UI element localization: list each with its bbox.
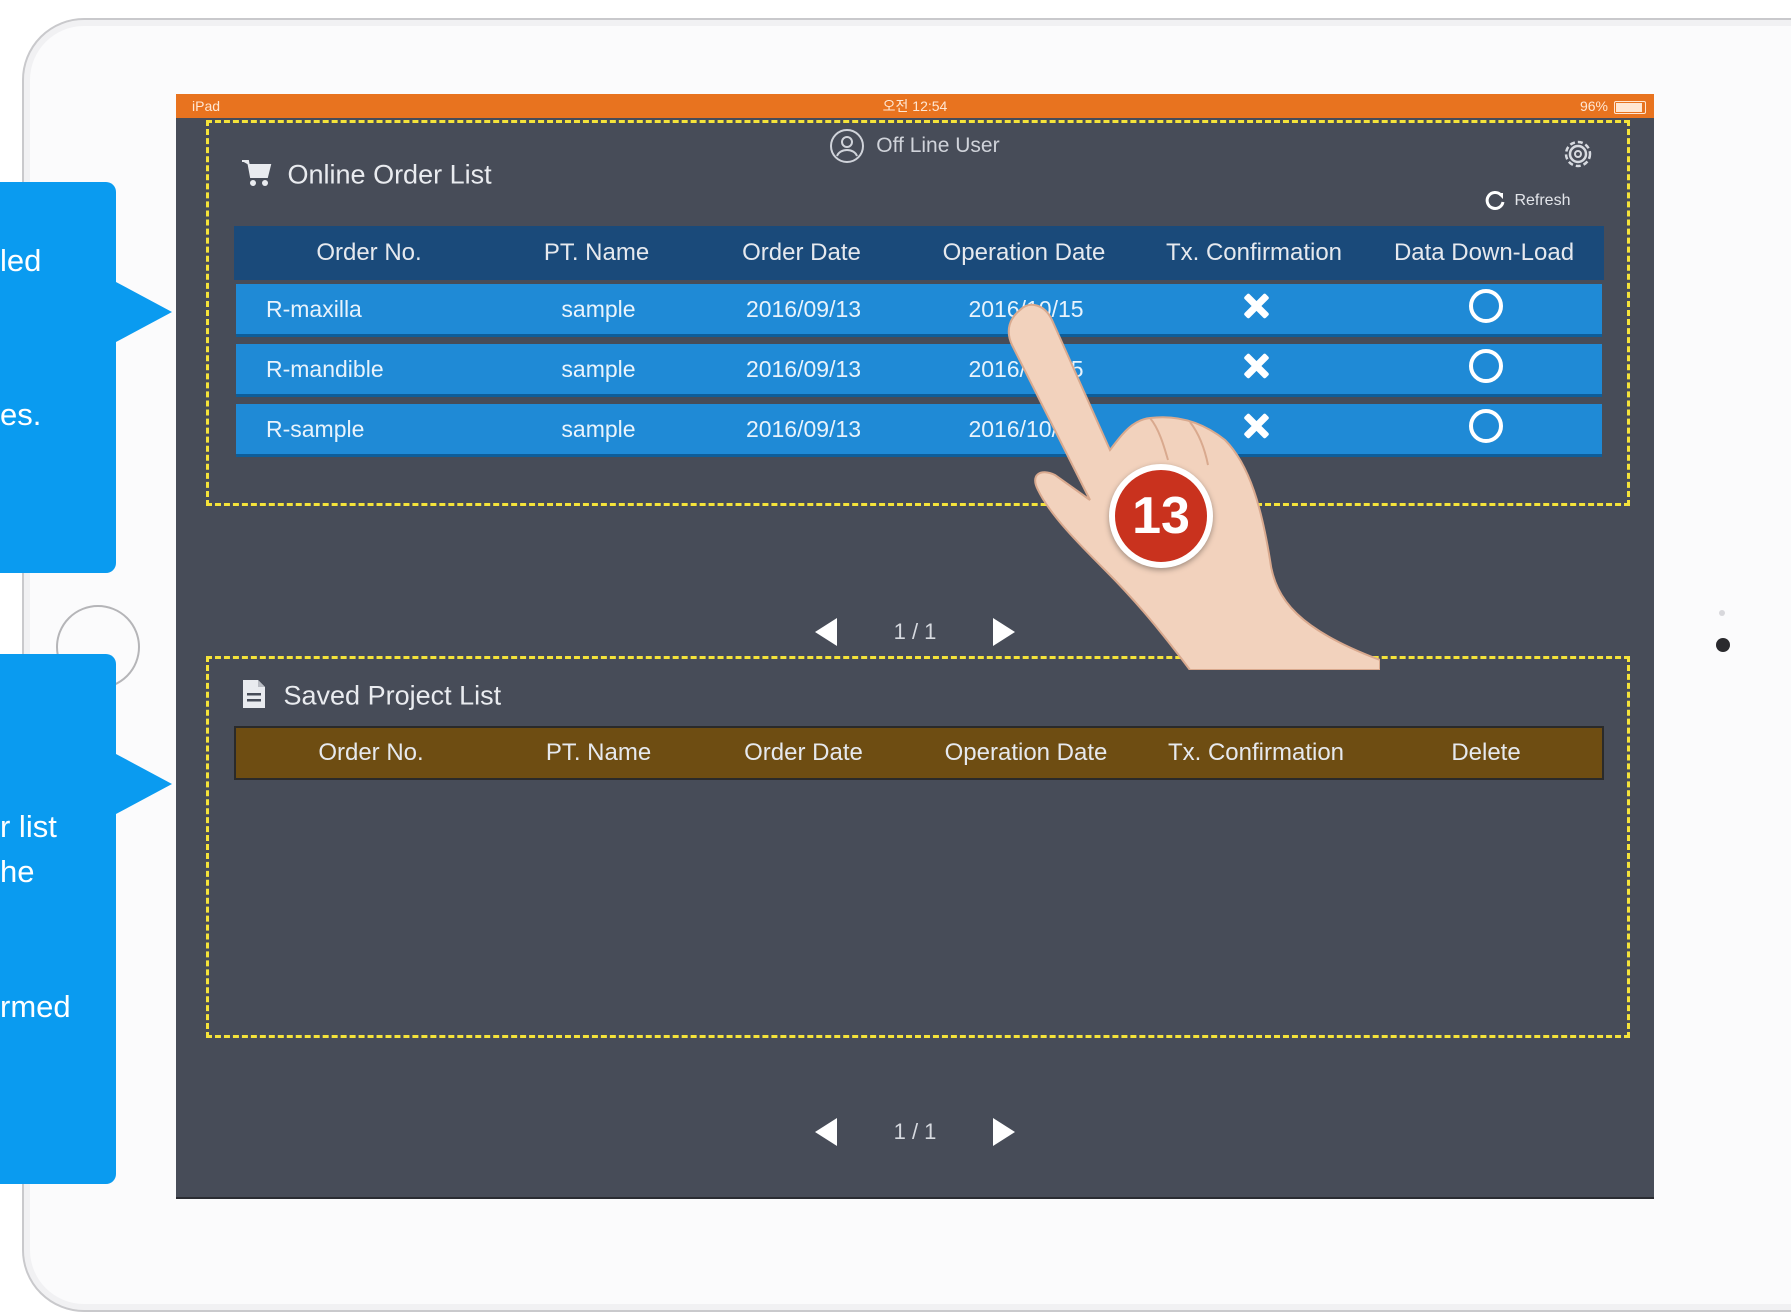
order-no-cell: R-mandible <box>266 355 384 382</box>
pt-name-cell: sample <box>561 415 636 442</box>
table-row[interactable]: R-mandible sample 2016/09/13 2016/10/15 <box>236 344 1602 397</box>
col-header: Order No. <box>318 739 424 766</box>
download-cell[interactable] <box>1376 349 1596 389</box>
saved-pager: 1 / 1 <box>176 1118 1654 1147</box>
order-date-cell: 2016/09/13 <box>745 295 862 322</box>
table-row[interactable]: R-sample sample 2016/09/13 2016/10/15 <box>236 404 1602 457</box>
cart-icon <box>240 158 272 195</box>
saved-table-header: Order No. PT. Name Order Date Operation … <box>234 726 1604 780</box>
col-header: Tx. Confirmation <box>1165 239 1343 266</box>
callout-saved-list: r list he rmed <box>0 654 172 1184</box>
online-order-title: Online Order List <box>240 158 492 195</box>
order-no-cell: R-sample <box>266 415 365 442</box>
order-date-cell: 2016/09/13 <box>745 415 862 442</box>
table-row[interactable]: R-maxilla sample 2016/09/13 2016/10/15 <box>236 284 1602 337</box>
saved-project-title-text: Saved Project List <box>283 680 502 711</box>
online-order-title-text: Online Order List <box>287 159 492 190</box>
callout-text: es. <box>0 397 42 432</box>
saved-project-title: Saved Project List <box>240 678 501 717</box>
col-header: Order Date <box>742 239 861 266</box>
next-page-icon[interactable] <box>992 1118 1015 1147</box>
col-header: Order No. <box>316 239 422 266</box>
col-header: Order Date <box>744 739 863 766</box>
col-header: PT. Name <box>545 739 652 766</box>
download-circle-icon[interactable] <box>1469 409 1503 443</box>
pt-name-cell: sample <box>561 295 636 322</box>
col-header: Operation Date <box>942 239 1106 266</box>
refresh-icon <box>1484 190 1506 212</box>
document-icon <box>240 678 268 717</box>
callout-online-list: led es. <box>0 182 172 573</box>
callout-text: rmed <box>0 989 71 1024</box>
page-indicator: 1 / 1 <box>893 1119 937 1145</box>
app-screen: iPad 오전 12:54 96% Off Line User Online O… <box>176 94 1654 1199</box>
clock-label: 오전 12:54 <box>882 98 948 114</box>
col-header: Data Down-Load <box>1393 239 1575 266</box>
col-header: PT. Name <box>543 239 650 266</box>
callout-text: r list <box>0 809 57 844</box>
step-badge: 13 <box>1109 464 1213 568</box>
online-pager: 1 / 1 <box>176 618 1654 647</box>
order-no-cell: R-maxilla <box>266 295 362 322</box>
camera <box>1716 638 1730 652</box>
callout-text: led <box>0 243 42 278</box>
download-cell[interactable] <box>1376 289 1596 329</box>
camera-sensor <box>1719 610 1725 616</box>
pt-name-cell: sample <box>561 355 636 382</box>
online-table-header: Order No. PT. Name Order Date Operation … <box>234 226 1604 280</box>
status-bar: iPad 오전 12:54 96% <box>176 94 1654 118</box>
refresh-button[interactable]: Refresh <box>1484 190 1570 212</box>
refresh-label: Refresh <box>1514 192 1571 210</box>
download-circle-icon[interactable] <box>1469 289 1503 323</box>
page-indicator: 1 / 1 <box>893 619 937 645</box>
col-header: Operation Date <box>944 739 1108 766</box>
col-header: Delete <box>1451 739 1521 766</box>
prev-page-icon[interactable] <box>815 618 838 647</box>
battery-icon <box>1614 101 1646 114</box>
order-date-cell: 2016/09/13 <box>745 355 862 382</box>
callout-text: he <box>0 854 35 889</box>
prev-page-icon[interactable] <box>815 1118 838 1147</box>
download-cell[interactable] <box>1376 409 1596 449</box>
col-header: Tx. Confirmation <box>1167 739 1345 766</box>
battery-label: 96% <box>1579 98 1608 114</box>
download-circle-icon[interactable] <box>1469 349 1503 383</box>
